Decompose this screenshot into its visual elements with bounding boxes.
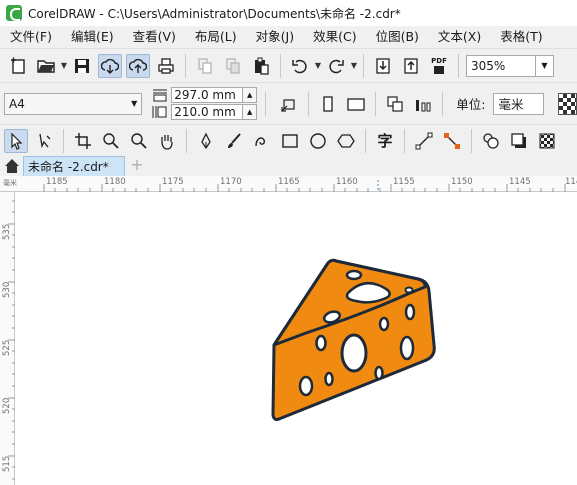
page-size-value: A4 (9, 96, 25, 111)
pan-tool-icon[interactable] (155, 129, 179, 153)
line-tool-icon[interactable] (412, 129, 436, 153)
zoom-level-field[interactable]: 305% (466, 54, 536, 77)
page-dimensions: 297.0 mm ▲ 210.0 mm ▲ (152, 87, 258, 121)
separator (365, 128, 366, 153)
page-setup-icon[interactable] (277, 92, 301, 116)
crop-tool-icon[interactable] (71, 129, 95, 153)
portrait-icon[interactable] (316, 92, 340, 116)
cheese-illustration[interactable] (16, 193, 577, 485)
separator (471, 128, 472, 153)
zoom-out-icon[interactable] (127, 129, 151, 153)
landscape-icon[interactable] (344, 92, 368, 116)
cloud-upload-icon[interactable] (126, 53, 150, 78)
cut-icon[interactable] (193, 54, 217, 78)
horizontal-ruler[interactable]: 毫米 1185 1180 1175 1170 1165 1160 1155 11… (0, 176, 577, 192)
polygon-tool-icon[interactable] (334, 129, 358, 153)
all-pages-icon[interactable] (383, 92, 407, 116)
paste-icon[interactable] (249, 54, 273, 78)
home-icon[interactable] (3, 157, 21, 175)
zoom-tool-icon[interactable] (99, 129, 123, 153)
toolbox: 字 (0, 124, 577, 156)
shadow-tool-icon[interactable] (507, 129, 531, 153)
separator (442, 91, 444, 116)
separator (186, 128, 187, 153)
copy-icon[interactable] (221, 54, 245, 78)
menu-effects[interactable]: 效果(C) (303, 26, 365, 48)
tab-document[interactable]: 未命名 -2.cdr* (23, 156, 125, 176)
zoom-dropdown-icon[interactable]: ▼ (536, 54, 554, 77)
separator (404, 128, 405, 153)
spiral-tool-icon[interactable] (250, 129, 274, 153)
grid-icon[interactable] (557, 92, 577, 115)
connector-tool-icon[interactable] (440, 129, 464, 153)
menu-view[interactable]: 查看(V) (123, 26, 185, 48)
standard-toolbar: ▼ ▼ ▼ PDF 305% ▼ (0, 48, 577, 82)
property-bar: A4 ▼ 297.0 mm ▲ 210.0 mm ▲ 单位: 毫米 (0, 82, 577, 124)
shape-tool-icon[interactable] (32, 129, 56, 153)
redo-icon[interactable] (324, 54, 348, 78)
cloud-download-icon[interactable] (98, 53, 122, 78)
text-tool-glyph: 字 (377, 132, 393, 150)
save-icon[interactable] (70, 54, 94, 78)
document-tab-bar: 未命名 -2.cdr* + (0, 156, 577, 176)
current-page-icon[interactable] (411, 92, 435, 116)
menu-layout[interactable]: 布局(L) (185, 26, 246, 48)
redo-dropdown-icon[interactable]: ▼ (350, 54, 358, 78)
ellipse-tool-icon[interactable] (306, 129, 330, 153)
undo-icon[interactable] (288, 54, 312, 78)
separator (363, 53, 364, 78)
add-tab-button[interactable]: + (129, 157, 145, 174)
print-icon[interactable] (154, 54, 178, 78)
pdf-label: PDF (431, 56, 447, 65)
brush-tool-icon[interactable] (222, 129, 246, 153)
separator (308, 91, 310, 116)
tab-document-label: 未命名 -2.cdr* (28, 160, 109, 174)
menu-file[interactable]: 文件(F) (0, 26, 61, 48)
ruler-ticks (8, 200, 15, 480)
height-spinner-icon[interactable]: ▲ (243, 104, 258, 120)
drawing-canvas[interactable] (16, 193, 577, 485)
rectangle-tool-icon[interactable] (278, 129, 302, 153)
separator (280, 53, 281, 78)
units-select[interactable]: 毫米 (493, 92, 544, 115)
export-icon[interactable] (399, 54, 423, 78)
window-title: CorelDRAW - C:\Users\Administrator\Docum… (28, 6, 401, 21)
pen-tool-icon[interactable] (194, 129, 218, 153)
coreldraw-logo-icon (6, 5, 22, 21)
open-dropdown-icon[interactable]: ▼ (60, 54, 68, 78)
ruler-ticks (43, 180, 566, 192)
separator (375, 91, 377, 116)
separator (265, 91, 267, 116)
chevron-down-icon: ▼ (131, 99, 138, 108)
text-tool-icon[interactable]: 字 (373, 129, 397, 153)
menu-edit[interactable]: 编辑(E) (61, 26, 123, 48)
width-spinner-icon[interactable]: ▲ (243, 87, 258, 103)
menu-object[interactable]: 对象(J) (246, 26, 303, 48)
page-height-field[interactable]: 210.0 mm (171, 104, 244, 120)
page-width-icon (152, 88, 168, 102)
open-folder-icon[interactable] (34, 54, 58, 78)
page-width-field[interactable]: 297.0 mm (171, 87, 244, 103)
page-size-select[interactable]: A4 ▼ (4, 92, 143, 115)
title-bar: CorelDRAW - C:\Users\Administrator\Docum… (0, 0, 577, 26)
separator (63, 128, 64, 153)
transparency-tool-icon[interactable] (535, 129, 559, 153)
import-icon[interactable] (371, 54, 395, 78)
page-height-icon (152, 105, 168, 119)
new-document-icon[interactable] (6, 54, 30, 78)
undo-dropdown-icon[interactable]: ▼ (314, 54, 322, 78)
menu-text[interactable]: 文本(X) (428, 26, 490, 48)
separator (458, 53, 459, 78)
fill-tool-icon[interactable] (479, 129, 503, 153)
pdf-icon[interactable]: PDF (427, 54, 451, 78)
units-label: 单位: (456, 97, 486, 112)
menu-table[interactable]: 表格(T) (490, 26, 551, 48)
pick-tool-icon[interactable] (4, 128, 28, 153)
menu-bar: 文件(F) 编辑(E) 查看(V) 布局(L) 对象(J) 效果(C) 位图(B… (0, 26, 577, 48)
vertical-ruler[interactable]: 535 530 525 520 515 (0, 192, 15, 485)
separator (185, 53, 186, 78)
menu-bitmaps[interactable]: 位图(B) (366, 26, 428, 48)
